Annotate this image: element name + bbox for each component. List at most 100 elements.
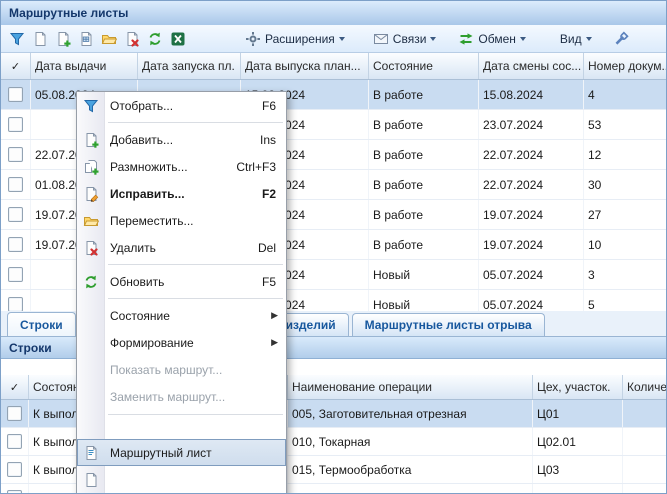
checkbox[interactable] [8, 87, 23, 102]
table-cell [623, 484, 667, 494]
menu-label: Связи [393, 32, 427, 46]
checkbox[interactable] [8, 297, 23, 312]
doc-icon [83, 472, 99, 488]
checkbox[interactable] [8, 117, 23, 132]
route-sheets-window: Маршрутные листы Расширения Связи Обмен Вид… [0, 0, 667, 494]
context-menu-item[interactable]: Состояние▶ [77, 302, 286, 329]
checkbox[interactable] [8, 147, 23, 162]
table-cell: 15.08.2024 [479, 80, 584, 109]
column-header[interactable]: Цех, участок. [533, 375, 623, 399]
menu-label: Расширения [265, 32, 335, 46]
checkbox[interactable] [7, 434, 22, 449]
table-cell: 19.07.2024 [479, 200, 584, 229]
column-header[interactable]: Дата смены сос... [479, 53, 584, 79]
filter-icon [83, 98, 99, 114]
table-cell: 22.07.2024 [479, 170, 584, 199]
column-header[interactable]: Номер докум... [584, 53, 667, 79]
links-icon [373, 31, 389, 47]
links-menu[interactable]: Связи [367, 28, 443, 50]
menu-item-icon-slot [77, 98, 104, 114]
menu-item-icon-slot [77, 213, 104, 229]
context-menu-item[interactable]: Переместить... [77, 207, 286, 234]
filter-icon [9, 31, 25, 47]
column-header[interactable]: Дата запуска пл. [138, 53, 241, 79]
context-menu-item[interactable]: Заменить маршрут... [77, 383, 286, 410]
filter-button[interactable] [6, 28, 28, 50]
select-all-header[interactable]: ✓ [1, 375, 29, 399]
select-all-header[interactable]: ✓ [1, 53, 31, 79]
window-titlebar: Маршрутные листы [1, 1, 666, 26]
exchange-menu[interactable]: Обмен [452, 28, 532, 50]
checkbox[interactable] [8, 177, 23, 192]
context-menu-item[interactable]: Размножить...Ctrl+F3 [77, 153, 286, 180]
table-cell: В работе [369, 110, 479, 139]
column-header[interactable]: Наименование операции [288, 375, 533, 399]
menu-label: Обмен [478, 32, 516, 46]
checkbox[interactable] [7, 490, 22, 494]
column-header[interactable]: Состояние [369, 53, 479, 79]
column-header[interactable]: Дата выпуска план... [241, 53, 369, 79]
add-doc-button[interactable] [52, 28, 74, 50]
context-menu-item[interactable]: Формирование▶ [77, 329, 286, 356]
menu-separator [77, 295, 286, 302]
context-menu-item[interactable]: Добавить...Ins [77, 126, 286, 153]
caret-down-icon [339, 37, 345, 41]
settings-button[interactable] [610, 28, 632, 50]
table-cell: В работе [369, 170, 479, 199]
copy-doc-icon [83, 159, 99, 175]
table-cell: Ц01 [533, 400, 623, 427]
table-cell: В работе [369, 230, 479, 259]
checkbox[interactable] [8, 267, 23, 282]
checkbox[interactable] [8, 207, 23, 222]
checkbox[interactable] [7, 406, 22, 421]
menu-shortcut: F6 [262, 99, 286, 113]
open-folder-button[interactable] [98, 28, 120, 50]
window-title: Маршрутные листы [9, 6, 128, 20]
main-toolbar: Расширения Связи Обмен Вид [1, 25, 666, 53]
context-menu-item[interactable]: Исправить...F2 [77, 180, 286, 207]
menu-item-label: Заменить маршрут... [104, 390, 225, 404]
table-cell: 05.07.2024 [479, 260, 584, 289]
menu-item-icon-slot [77, 132, 104, 148]
menu-shortcut: Del [258, 241, 286, 255]
table-cell: 010, Токарная [288, 428, 533, 455]
checkbox[interactable] [7, 462, 22, 477]
caret-down-icon [520, 37, 526, 41]
checkbox[interactable] [8, 237, 23, 252]
menu-item-icon-slot [77, 159, 104, 175]
wrench-icon [613, 31, 629, 47]
table-cell: В работе [369, 200, 479, 229]
caret-down-icon [430, 37, 436, 41]
menu-item-label: Размножить... [104, 160, 188, 174]
context-menu-item[interactable]: УдалитьDel [77, 234, 286, 261]
refresh-button[interactable] [144, 28, 166, 50]
tab-2[interactable]: Маршрутные листы отрыва [352, 313, 545, 336]
edit-doc-icon [83, 186, 99, 202]
context-menu: Отобрать...F6Добавить...InsРазмножить...… [76, 91, 287, 494]
context-menu-item[interactable]: Маршрутный лист [77, 439, 286, 466]
table-doc-button[interactable] [75, 28, 97, 50]
tab-0[interactable]: Строки [7, 312, 76, 336]
view-menu[interactable]: Вид [554, 28, 598, 50]
menu-item-label: Отобрать... [104, 99, 173, 113]
column-header[interactable]: Количество [623, 375, 667, 399]
context-menu-item[interactable]: Отобрать... F6 [77, 92, 286, 119]
menu-separator [77, 261, 286, 268]
column-header[interactable]: Дата выдачи [31, 53, 138, 79]
new-doc-button[interactable] [29, 28, 51, 50]
excel-button[interactable] [167, 28, 189, 50]
extensions-menu[interactable]: Расширения [239, 28, 351, 50]
table-cell: Ц03 [533, 456, 623, 483]
menu-shortcut: F5 [262, 275, 286, 289]
menu-label: Вид [560, 32, 582, 46]
context-menu-item[interactable]: Показать маршрут... [77, 356, 286, 383]
table-cell: 015, Термообработка [288, 456, 533, 483]
delete-doc-button[interactable] [121, 28, 143, 50]
menu-item-icon-slot [77, 186, 104, 202]
table-cell [623, 400, 667, 427]
table-cell: 23.07.2024 [479, 110, 584, 139]
context-menu-item[interactable] [77, 466, 286, 493]
delete-doc-icon [124, 31, 140, 47]
menu-item-label: Состояние [104, 309, 170, 323]
context-menu-item[interactable]: ОбновитьF5 [77, 268, 286, 295]
